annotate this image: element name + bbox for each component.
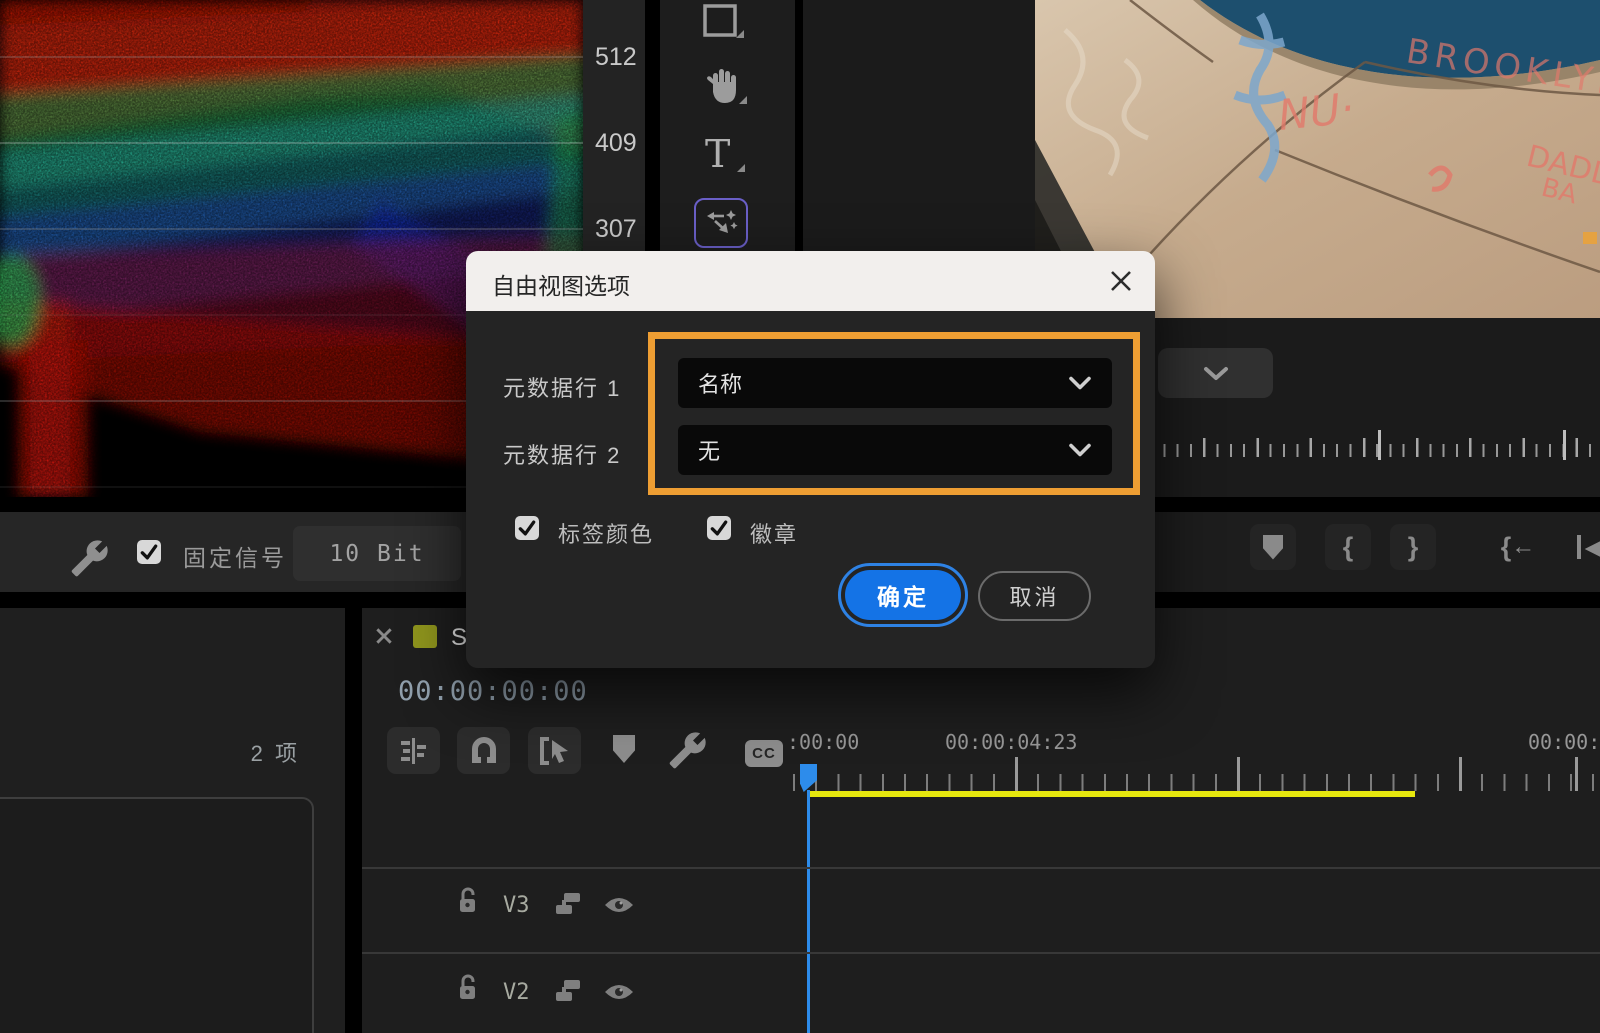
cc-icon: CC [752,745,776,762]
track-v3-target-icon[interactable] [554,892,582,921]
type-tool[interactable]: T [705,134,730,174]
svg-text:NU·: NU· [1276,83,1356,140]
chevron-down-icon [1069,443,1091,457]
metadata-row-2-dropdown[interactable]: 无 [678,425,1112,475]
hand-tool-flyout-icon [739,96,747,104]
track-v3-label[interactable]: V3 [503,893,530,918]
step-back-icon: ◀ [1584,531,1600,562]
scope-scale-409: 409 [595,129,637,157]
playhead-line [807,790,810,1033]
transform-tool-selected-outline [694,198,748,248]
arrow-left-icon: ← [1511,533,1536,560]
mark-in-button[interactable]: { [1325,524,1371,570]
program-time-ruler[interactable] [1150,430,1600,464]
ok-button[interactable]: 确定 [845,570,961,620]
step-back-button[interactable]: ◀ [1568,524,1600,570]
program-ruler-medium-ticks [1150,438,1600,457]
metadata-row-2-label: 元数据行 2 [503,443,622,468]
linked-selection-icon [539,736,568,765]
program-ruler-major-tick [1563,430,1566,460]
scope-scale-307: 307 [595,215,637,243]
project-panel: 2 项 [0,608,345,1033]
timeline-display-settings-button[interactable] [387,727,440,774]
mark-out-icon: } [1407,531,1419,562]
badge-checkbox[interactable] [707,516,731,540]
label-color-checkbox[interactable] [515,516,539,540]
timeline-ruler-major-tick [1459,757,1462,791]
close-icon[interactable] [1108,268,1134,294]
timeline-ruler-major-tick [1237,757,1240,791]
timeline-panel: S 00:00:00:00 CC:00:00 00:00:04:23 00:0… [362,608,1600,1033]
bit-depth-dropdown[interactable]: 10 Bit [293,526,461,581]
snap-button[interactable] [457,727,510,774]
timeline-settings-icon [400,737,426,764]
track-separator [362,952,1600,954]
work-area-bar[interactable] [807,791,1415,797]
track-v2-target-icon[interactable] [554,979,582,1008]
close-panel-icon[interactable] [374,626,394,646]
hand-tool[interactable] [705,66,741,111]
program-ruler-major-tick [1378,430,1381,460]
timeline-timecode[interactable]: 00:00:00:00 [398,676,588,707]
label-color-label: 标签颜色 [558,522,655,547]
ruler-label-1: 00:00:04:23 [945,730,1078,754]
go-to-in-button[interactable]: { ← [1495,524,1541,570]
marker-icon [1263,534,1283,560]
rectangle-tool[interactable] [702,4,738,43]
timeline-add-marker-button[interactable] [613,735,635,763]
captions-button[interactable]: CC [745,740,783,767]
cancel-button[interactable]: 取消 [978,571,1091,621]
timeline-settings-wrench-button[interactable] [668,730,708,775]
mark-out-button[interactable]: } [1390,524,1436,570]
freeform-view-options-dialog: 自由视图选项 元数据行 1 名称 元数据行 2 无 标签颜色 徽章 确定 取消 [466,251,1155,668]
metadata-row-1-dropdown[interactable]: 名称 [678,358,1112,408]
timeline-ruler-major-tick [1575,757,1578,791]
magnet-icon [471,736,496,763]
timeline-ruler-ticks[interactable] [793,774,1600,791]
rectangle-tool-flyout-icon [736,30,744,38]
checkmark-icon [140,544,158,560]
program-zoom-dropdown[interactable] [1158,348,1273,398]
clamp-signal-label: 固定信号 [183,545,287,571]
timeline-ruler-major-tick [1015,757,1018,791]
checkmark-icon [518,520,536,536]
track-v2-label[interactable]: V2 [503,980,530,1005]
clamp-signal-checkbox[interactable] [137,540,161,564]
project-freeform-area[interactable] [0,797,314,1033]
project-item-count: 2 项 [250,741,300,766]
premiere-app-window: 512 409 307 T BROOKLYN NU· DADD BA 固定信号 … [0,0,1600,1033]
metadata-row-1-value: 名称 [698,372,743,397]
ruler-label-2: 00:00:09:2 [1528,730,1600,754]
checkmark-icon [710,520,728,536]
metadata-row-1-label: 元数据行 1 [503,376,622,401]
ok-button-focus-ring: 确定 [838,563,968,627]
scope-scale-512: 512 [595,43,637,71]
dialog-title-bar: 自由视图选项 [466,251,1155,311]
scope-wrench-icon[interactable] [70,538,110,583]
track-v2-eye-icon[interactable] [603,982,635,1007]
type-tool-flyout-icon [737,164,745,172]
metadata-row-2-value: 无 [698,439,721,464]
badge-label: 徽章 [750,522,799,547]
marker-icon [613,735,635,763]
chevron-down-icon [1069,376,1091,390]
dialog-body: 元数据行 1 名称 元数据行 2 无 标签颜色 徽章 确定 取消 [466,311,1155,668]
track-v3-eye-icon[interactable] [603,895,635,920]
orange-spot [1583,232,1597,244]
transform-tool[interactable] [706,208,738,245]
linked-selection-button[interactable] [528,727,581,774]
track-v2-lock-icon[interactable] [456,974,480,1007]
dialog-title: 自由视图选项 [492,273,630,299]
track-separator [362,867,1600,869]
ruler-label-0: :00:00 [787,730,860,754]
go-to-in-brace: { [1500,531,1512,562]
mark-in-icon: { [1342,531,1354,562]
wrench-icon [669,732,706,769]
add-marker-button[interactable] [1250,524,1296,570]
step-back-bar [1576,535,1581,559]
sequence-tab-label[interactable]: S [451,624,467,652]
track-v3-lock-icon[interactable] [456,887,480,920]
sequence-tab-color [413,625,437,648]
chevron-down-icon [1203,366,1228,380]
